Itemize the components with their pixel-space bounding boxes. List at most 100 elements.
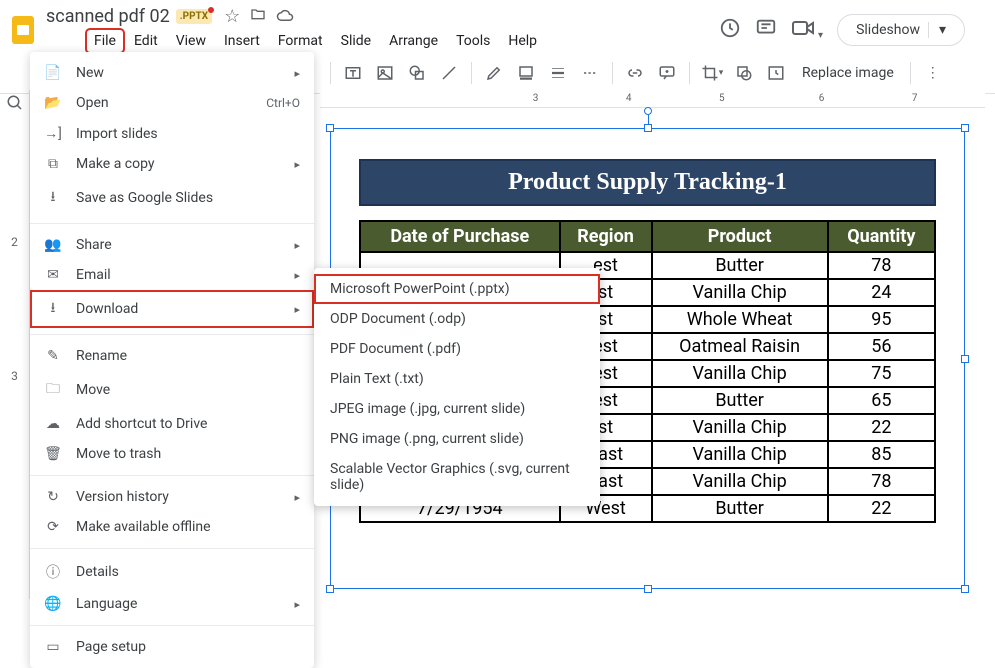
file-make-copy[interactable]: ⧉Make a copy▸ [30,149,314,179]
doc-title[interactable]: scanned pdf 02 [46,6,170,27]
menu-edit[interactable]: Edit [126,29,166,53]
shape-icon[interactable] [403,59,431,87]
download-txt[interactable]: Plain Text (.txt) [314,364,600,394]
file-move-to-trash[interactable]: 🗑Move to trash [30,439,314,469]
thumb-number-3[interactable]: 3 [11,369,18,383]
toolbar-separator [689,62,690,84]
file-page-setup[interactable]: ▭Page setup [30,632,314,662]
meet-icon[interactable]: ▾ [791,18,824,42]
file-email-label: Email [76,267,111,283]
file-language[interactable]: 🌐Language▸ [30,589,314,619]
mask-icon[interactable] [730,59,758,87]
border-color-icon[interactable] [512,59,540,87]
ruler-tick: 3 [533,90,539,107]
table-cell: Butter [652,387,828,414]
share-icon: 👥 [44,237,62,253]
download-odp[interactable]: ODP Document (.odp) [314,304,600,334]
submenu-arrow-icon: ▸ [294,491,300,504]
file-new[interactable]: 📄New▸ [30,58,314,88]
comment-icon[interactable] [653,59,681,87]
resize-handle-br[interactable] [961,585,969,593]
move-icon: 🗀 [44,378,62,402]
file-download-label: Download [76,301,138,317]
line-icon[interactable] [435,59,463,87]
slideshow-caret-icon[interactable]: ▾ [928,22,946,38]
saveas-icon: ⭳ [44,186,62,210]
file-import-slides[interactable]: →]Import slides [30,118,314,149]
border-dash-icon[interactable] [576,59,604,87]
menu-arrange[interactable]: Arrange [381,29,446,53]
resize-handle-bl[interactable] [326,585,334,593]
download-pdf[interactable]: PDF Document (.pdf) [314,334,600,364]
open-icon: 📂 [44,95,62,111]
file-copy-label: Make a copy [76,156,155,172]
file-rename[interactable]: ✎Rename [30,341,314,371]
menu-insert[interactable]: Insert [216,29,268,53]
slideshow-button[interactable]: Slideshow ▾ [837,14,965,46]
file-share[interactable]: 👥Share▸ [30,230,314,260]
file-rename-label: Rename [76,348,127,364]
file-history-label: Version history [76,489,169,505]
rotate-handle[interactable] [644,107,652,115]
open-shortcut: Ctrl+O [266,96,300,110]
resize-handle-mr[interactable] [961,355,969,363]
table-cell: Vanilla Chip [652,441,828,468]
menu-divider [30,223,314,224]
slideshow-label: Slideshow [856,22,920,38]
download-pptx[interactable]: Microsoft PowerPoint (.pptx) [314,274,600,304]
menu-help[interactable]: Help [500,29,545,53]
history-icon: ↻ [44,489,62,505]
more-icon[interactable]: ⋮ [919,59,947,87]
file-open[interactable]: 📂OpenCtrl+O [30,88,314,118]
star-icon[interactable]: ☆ [224,6,240,27]
link-icon[interactable] [621,59,649,87]
border-weight-icon[interactable] [544,59,572,87]
move-folder-icon[interactable] [250,6,266,27]
submenu-arrow-icon: ▸ [294,67,300,80]
menu-bar: File Edit View Insert Format Slide Arran… [46,27,709,53]
menu-file[interactable]: File [86,29,124,53]
file-version-history[interactable]: ↻ Version history ▸ [30,482,314,512]
history-icon[interactable] [719,17,741,43]
resize-handle-tl[interactable] [326,124,334,132]
pagesetup-icon: ▭ [44,639,62,655]
cloud-status-icon[interactable] [276,6,294,27]
download-png[interactable]: PNG image (.png, current slide) [314,424,600,454]
download-svg[interactable]: Scalable Vector Graphics (.svg, current … [314,454,600,500]
pen-icon[interactable] [480,59,508,87]
resize-handle-mt[interactable] [644,124,652,132]
menu-divider [30,625,314,626]
replace-image-button[interactable]: Replace image [794,61,902,85]
file-make-available-offline[interactable]: ⟳Make available offline [30,512,314,542]
doc-title-row: scanned pdf 02 .PPTX ☆ [46,6,709,27]
crop-icon[interactable]: ▾ [698,59,726,87]
reset-image-icon[interactable] [762,59,790,87]
menu-slide[interactable]: Slide [333,29,379,53]
textbox-icon[interactable] [339,59,367,87]
table-cell: 22 [828,495,935,522]
file-add-shortcut[interactable]: ☁Add shortcut to Drive [30,409,314,439]
thumb-number-2[interactable]: 2 [11,235,18,249]
resize-handle-tr[interactable] [961,124,969,132]
file-email[interactable]: ✉Email▸ [30,260,314,290]
file-move[interactable]: 🗀Move [30,371,314,409]
toolbar-separator [330,62,331,84]
details-icon: ⓘ [44,562,62,582]
search-icon[interactable] [6,94,24,115]
file-download[interactable]: ⭳Download▸ [30,290,314,328]
menu-view[interactable]: View [168,29,214,53]
table-cell: 78 [828,252,935,279]
comments-icon[interactable] [755,17,777,43]
menu-tools[interactable]: Tools [448,29,498,53]
menu-divider [30,548,314,549]
file-save-as-slides[interactable]: ⭳Save as Google Slides [30,179,314,217]
image-icon[interactable] [371,59,399,87]
resize-handle-mb[interactable] [644,585,652,593]
menu-format[interactable]: Format [270,29,331,53]
file-offline-label: Make available offline [76,519,211,535]
menu-divider [30,334,314,335]
download-jpeg[interactable]: JPEG image (.jpg, current slide) [314,394,600,424]
table-cell: Vanilla Chip [652,414,828,441]
ruler-tick: 5 [719,90,725,107]
file-details[interactable]: ⓘDetails [30,555,314,589]
